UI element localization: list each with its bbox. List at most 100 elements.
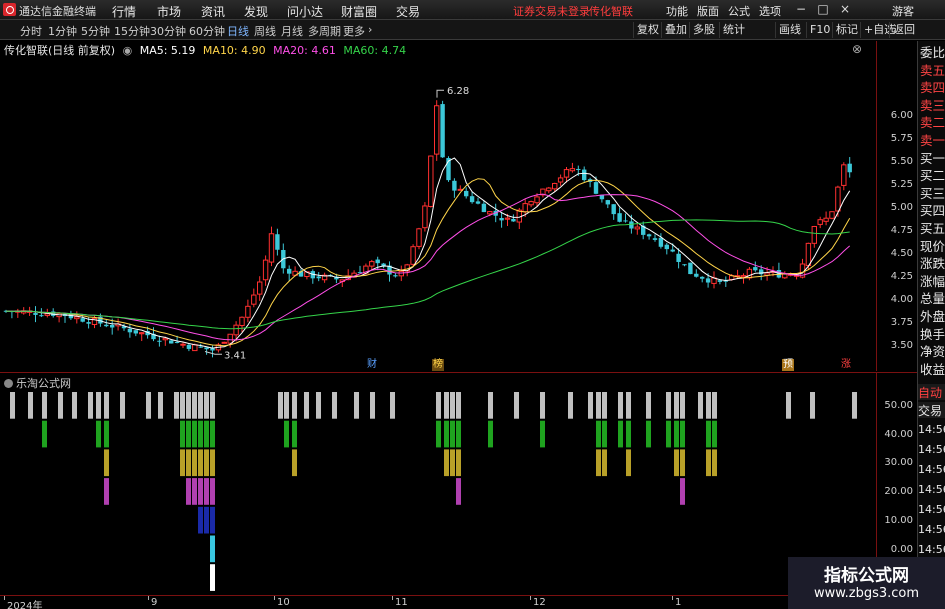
indicator-bar: [192, 420, 197, 448]
maximize-icon[interactable]: □: [815, 2, 831, 17]
login-notice[interactable]: 证券交易未登录: [513, 3, 590, 19]
quote-field-label: 买三: [920, 185, 945, 201]
app-window: 通达信金融终端 行情 市场 资讯 发现 问小达 财富圈 交易 证券交易未登录 传…: [0, 0, 945, 609]
menu-options[interactable]: 选项: [759, 3, 781, 19]
indicator-bar: [444, 449, 449, 477]
indicator-bar: [666, 420, 671, 448]
indicator-bar: [568, 392, 573, 419]
candle-body: [623, 220, 628, 222]
price-tick: 5.25: [890, 179, 913, 190]
event-tag-forecast[interactable]: 预: [782, 359, 794, 371]
period-monthly[interactable]: 月线: [281, 23, 303, 39]
indicator-bar: [354, 392, 359, 419]
date-axis: 2024年 9 10 11 12 1: [0, 595, 917, 609]
period-60min[interactable]: 60分钟: [189, 23, 225, 39]
indicator-bar: [42, 392, 47, 419]
period-daily[interactable]: 日线: [227, 23, 249, 39]
price-tick: 4.25: [890, 271, 913, 282]
indicator-bar: [180, 420, 185, 448]
adjust-button[interactable]: 复权: [633, 22, 662, 38]
candle-body: [239, 316, 245, 327]
indicator-bar: [174, 392, 179, 419]
f10-button[interactable]: F10: [806, 22, 833, 38]
mark-button[interactable]: 标记: [832, 22, 861, 38]
guest-label[interactable]: 游客: [892, 3, 914, 19]
menu-function[interactable]: 功能: [666, 3, 688, 19]
candle-body: [499, 218, 504, 221]
back-button[interactable]: 返回: [889, 22, 918, 38]
indicator-bar: [104, 449, 109, 477]
tab-trade[interactable]: 交易: [918, 402, 945, 418]
candle-body: [546, 187, 552, 192]
period-30min[interactable]: 30分钟: [150, 23, 186, 39]
tab-auto[interactable]: 自动: [918, 384, 945, 400]
multi-stock-button[interactable]: 多股: [689, 22, 718, 38]
indicator-settings-icon[interactable]: [4, 379, 13, 388]
candle-body: [682, 264, 687, 266]
menu-quotes[interactable]: 行情: [112, 3, 136, 20]
draw-line-button[interactable]: 画线: [775, 22, 804, 38]
indicator-tick: 20.00: [884, 486, 913, 498]
statistics-button[interactable]: 统计: [719, 22, 748, 38]
candle-body: [251, 294, 257, 305]
indicator-bar: [120, 392, 125, 419]
price-tick: 3.75: [890, 317, 913, 328]
kline-chart[interactable]: 6.28 3.41: [0, 41, 876, 595]
period-more[interactable]: 更多: [343, 23, 365, 39]
high-price-label: 6.28: [447, 86, 469, 97]
period-1min[interactable]: 1分钟: [48, 23, 77, 39]
minimize-icon[interactable]: −: [793, 2, 809, 17]
candle-body: [582, 169, 587, 181]
menu-discover[interactable]: 发现: [244, 3, 268, 20]
close-icon[interactable]: ×: [837, 2, 853, 17]
indicator-bar: [596, 449, 601, 477]
indicator-bar: [104, 420, 109, 448]
price-axis: 6.00 5.75 5.50 5.25 5.00 4.75 4.50 4.25 4.00 3.75…: [876, 41, 917, 371]
indicator-bar: [618, 392, 623, 419]
indicator-bar: [680, 478, 685, 505]
menu-formula[interactable]: 公式: [728, 3, 750, 19]
ma60-line: [5, 219, 850, 330]
menu-ask[interactable]: 问小达: [287, 3, 323, 20]
candle-body: [617, 213, 622, 222]
indicator-bar: [602, 420, 607, 448]
event-tag-finance[interactable]: 财: [366, 359, 378, 371]
indicator-bar: [88, 392, 93, 419]
trade-time: 14:56: [918, 423, 945, 436]
quote-field-label: 卖一: [920, 133, 945, 148]
menu-news[interactable]: 资讯: [201, 3, 225, 20]
period-multi[interactable]: 多周期: [308, 23, 341, 39]
indicator-bar: [456, 449, 461, 477]
indicator-bar: [626, 420, 631, 448]
overlay-button[interactable]: 叠加: [661, 22, 690, 38]
indicator-bar: [284, 420, 289, 448]
event-tag-limit-up[interactable]: 涨: [840, 359, 852, 371]
low-marker: [204, 351, 222, 355]
indicator-bar: [210, 506, 215, 534]
menu-wealth[interactable]: 财富圈: [341, 3, 377, 20]
period-intraday[interactable]: 分时: [20, 23, 42, 39]
period-5min[interactable]: 5分钟: [81, 23, 110, 39]
quote-sidebar: 委比 卖五 卖四 卖三 卖二 卖一 买一 买二 买三 买四 买五 现价 涨跌 涨幅 总量 外盘 换手 净资 收益 自动…: [917, 41, 945, 609]
indicator-bar: [370, 392, 375, 419]
candle-body: [157, 340, 162, 342]
candle-body: [528, 201, 534, 206]
quote-field-label: 卖二: [920, 115, 945, 131]
menu-layout[interactable]: 版面: [697, 3, 719, 19]
trade-time: 14:56: [918, 523, 945, 536]
menu-market[interactable]: 市场: [157, 3, 181, 20]
period-15min[interactable]: 15分钟: [114, 23, 150, 39]
candle-body: [169, 340, 174, 344]
menu-trade[interactable]: 交易: [396, 3, 420, 20]
candle-body: [204, 347, 209, 350]
candle-body: [452, 180, 457, 191]
indicator-tick: 40.00: [884, 428, 913, 440]
period-weekly[interactable]: 周线: [254, 23, 276, 39]
candle-body: [557, 177, 564, 183]
chevron-right-icon[interactable]: ›: [368, 23, 372, 36]
price-tick: 5.00: [890, 202, 913, 213]
candle-body: [511, 218, 516, 222]
indicator-bar: [646, 392, 651, 419]
price-tick: 3.50: [890, 340, 913, 351]
event-tag-ranking[interactable]: 榜: [432, 359, 444, 371]
